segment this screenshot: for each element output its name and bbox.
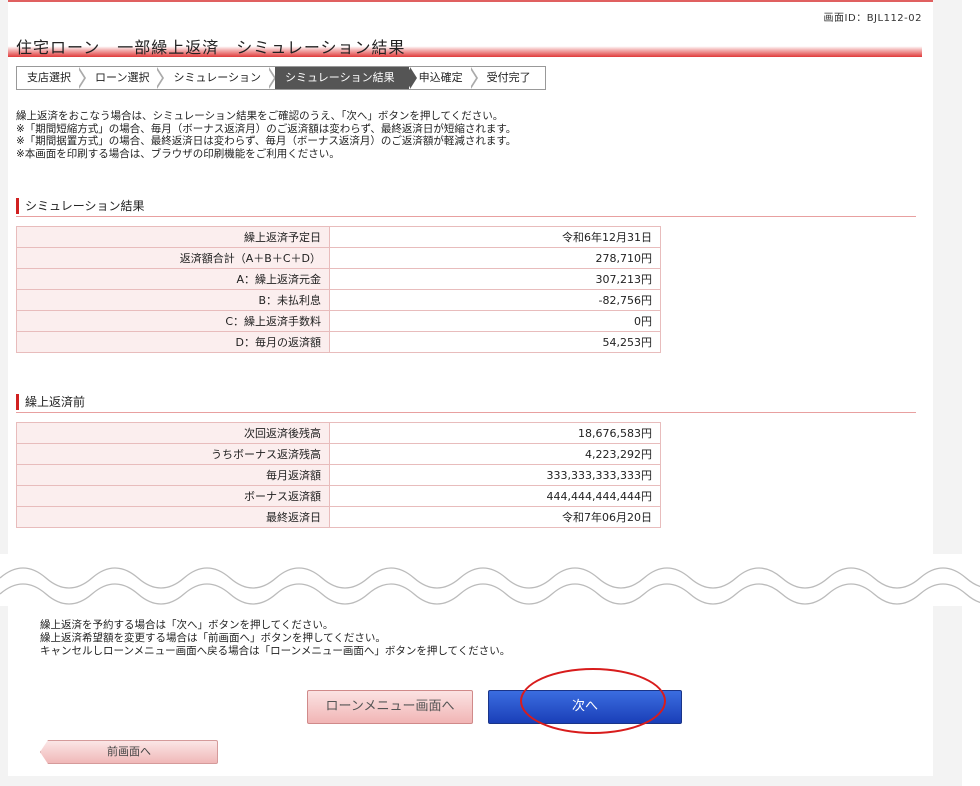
row-value: 0円 [329, 310, 661, 332]
row-label: A：繰上返済元金 [16, 268, 330, 290]
note-line: 繰上返済希望額を変更する場合は「前画面へ」ボタンを押してください。 [40, 632, 386, 644]
before-table: 次回返済後残高 18,676,583円 うちボーナス返済残高 4,223,292円 … [16, 422, 661, 528]
next-button[interactable]: 次へ [488, 690, 682, 724]
row-label: 毎月返済額 [16, 464, 330, 486]
intro-line: ※「期間短縮方式」の場合、毎月（ボーナス返済月）のご返済額は変わらず、最終返済日… [16, 122, 517, 135]
top-accent-line [8, 0, 933, 2]
simulation-table: 繰上返済予定日 令和6年12月31日 返済額合計（A＋B＋C＋D） 278,710円… [16, 226, 661, 353]
row-value: 278,710円 [329, 247, 661, 269]
before-heading: 繰上返済前 [16, 394, 925, 410]
row-value: 令和7年06月20日 [329, 506, 661, 528]
row-label: 返済額合計（A＋B＋C＋D） [16, 247, 330, 269]
row-label: うちボーナス返済残高 [16, 443, 330, 465]
section-divider [16, 412, 916, 413]
row-value: 333,333,333,333円 [329, 464, 661, 486]
wave-line-lower [0, 583, 980, 605]
table-row: うちボーナス返済残高 4,223,292円 [16, 443, 661, 465]
breadcrumb-step-loan: ローン選択 [85, 67, 165, 89]
breadcrumb: 支店選択 ローン選択 シミュレーション シミュレーション結果 申込確定 受付完了 [16, 66, 546, 90]
table-row: B：未払利息 -82,756円 [16, 289, 661, 311]
previous-screen-button[interactable]: 前画面へ [40, 740, 218, 764]
intro-text: 繰上返済をおこなう場合は、シミュレーション結果をご確認のうえ、「次へ」ボタンを押… [16, 110, 516, 160]
row-value: 18,676,583円 [329, 422, 661, 444]
table-row: 次回返済後残高 18,676,583円 [16, 422, 661, 444]
table-row: ボーナス返済額 444,444,444,444円 [16, 485, 661, 507]
row-label: 次回返済後残高 [16, 422, 330, 444]
table-row: D：毎月の返済額 54,253円 [16, 331, 661, 353]
row-label: 最終返済日 [16, 506, 330, 528]
row-value: -82,756円 [329, 289, 661, 311]
table-row: 返済額合計（A＋B＋C＋D） 278,710円 [16, 247, 661, 269]
breadcrumb-step-result: シミュレーション結果 [275, 67, 417, 89]
breadcrumb-step-simulation: シミュレーション [163, 67, 276, 89]
table-row: 毎月返済額 333,333,333,333円 [16, 464, 661, 486]
note-line: キャンセルしローンメニュー画面へ戻る場合は「ローンメニュー画面へ」ボタンを押して… [40, 645, 511, 657]
table-row: C：繰上返済手数料 0円 [16, 310, 661, 332]
table-row: 繰上返済予定日 令和6年12月31日 [16, 226, 661, 248]
row-label: C：繰上返済手数料 [16, 310, 330, 332]
table-row: 最終返済日 令和7年06月20日 [16, 506, 661, 528]
loan-menu-button[interactable]: ローンメニュー画面へ [307, 690, 473, 724]
breadcrumb-step-branch: 支店選択 [17, 67, 86, 89]
intro-line: ※「期間据置方式」の場合、最終返済日は変わらず、毎月（ボーナス返済月）のご返済額… [16, 135, 517, 147]
title-bar: 住宅ローン 一部繰上返済 シミュレーション結果 [8, 33, 922, 57]
row-label: ボーナス返済額 [16, 485, 330, 507]
row-value: 4,223,292円 [329, 443, 661, 465]
table-row: A：繰上返済元金 307,213円 [16, 268, 661, 290]
intro-line: 繰上返済をおこなう場合は、シミュレーション結果をご確認のうえ、「次へ」ボタンを押… [16, 110, 504, 122]
page-title: 住宅ローン 一部繰上返済 シミュレーション結果 [16, 38, 406, 57]
screen-id: 画面ID：BJL112-02 [823, 13, 922, 24]
simulation-heading: シミュレーション結果 [16, 198, 925, 214]
row-label: B：未払利息 [16, 289, 330, 311]
row-label: D：毎月の返済額 [16, 331, 330, 353]
row-value: 444,444,444,444円 [329, 485, 661, 507]
breadcrumb-step-confirm: 申込確定 [409, 67, 478, 89]
action-notes: 繰上返済を予約する場合は「次へ」ボタンを押してください。 繰上返済希望額を変更す… [40, 619, 510, 658]
row-label: 繰上返済予定日 [16, 226, 330, 248]
intro-line: ※本画面を印刷する場合は、ブラウザの印刷機能をご利用ください。 [16, 147, 340, 160]
row-value: 令和6年12月31日 [329, 226, 661, 248]
section-divider [16, 216, 916, 217]
page-break-wave [0, 567, 980, 605]
breadcrumb-step-complete: 受付完了 [486, 71, 531, 84]
note-line: 繰上返済を予約する場合は「次へ」ボタンを押してください。 [40, 619, 334, 631]
row-value: 307,213円 [329, 268, 661, 290]
row-value: 54,253円 [329, 331, 661, 353]
